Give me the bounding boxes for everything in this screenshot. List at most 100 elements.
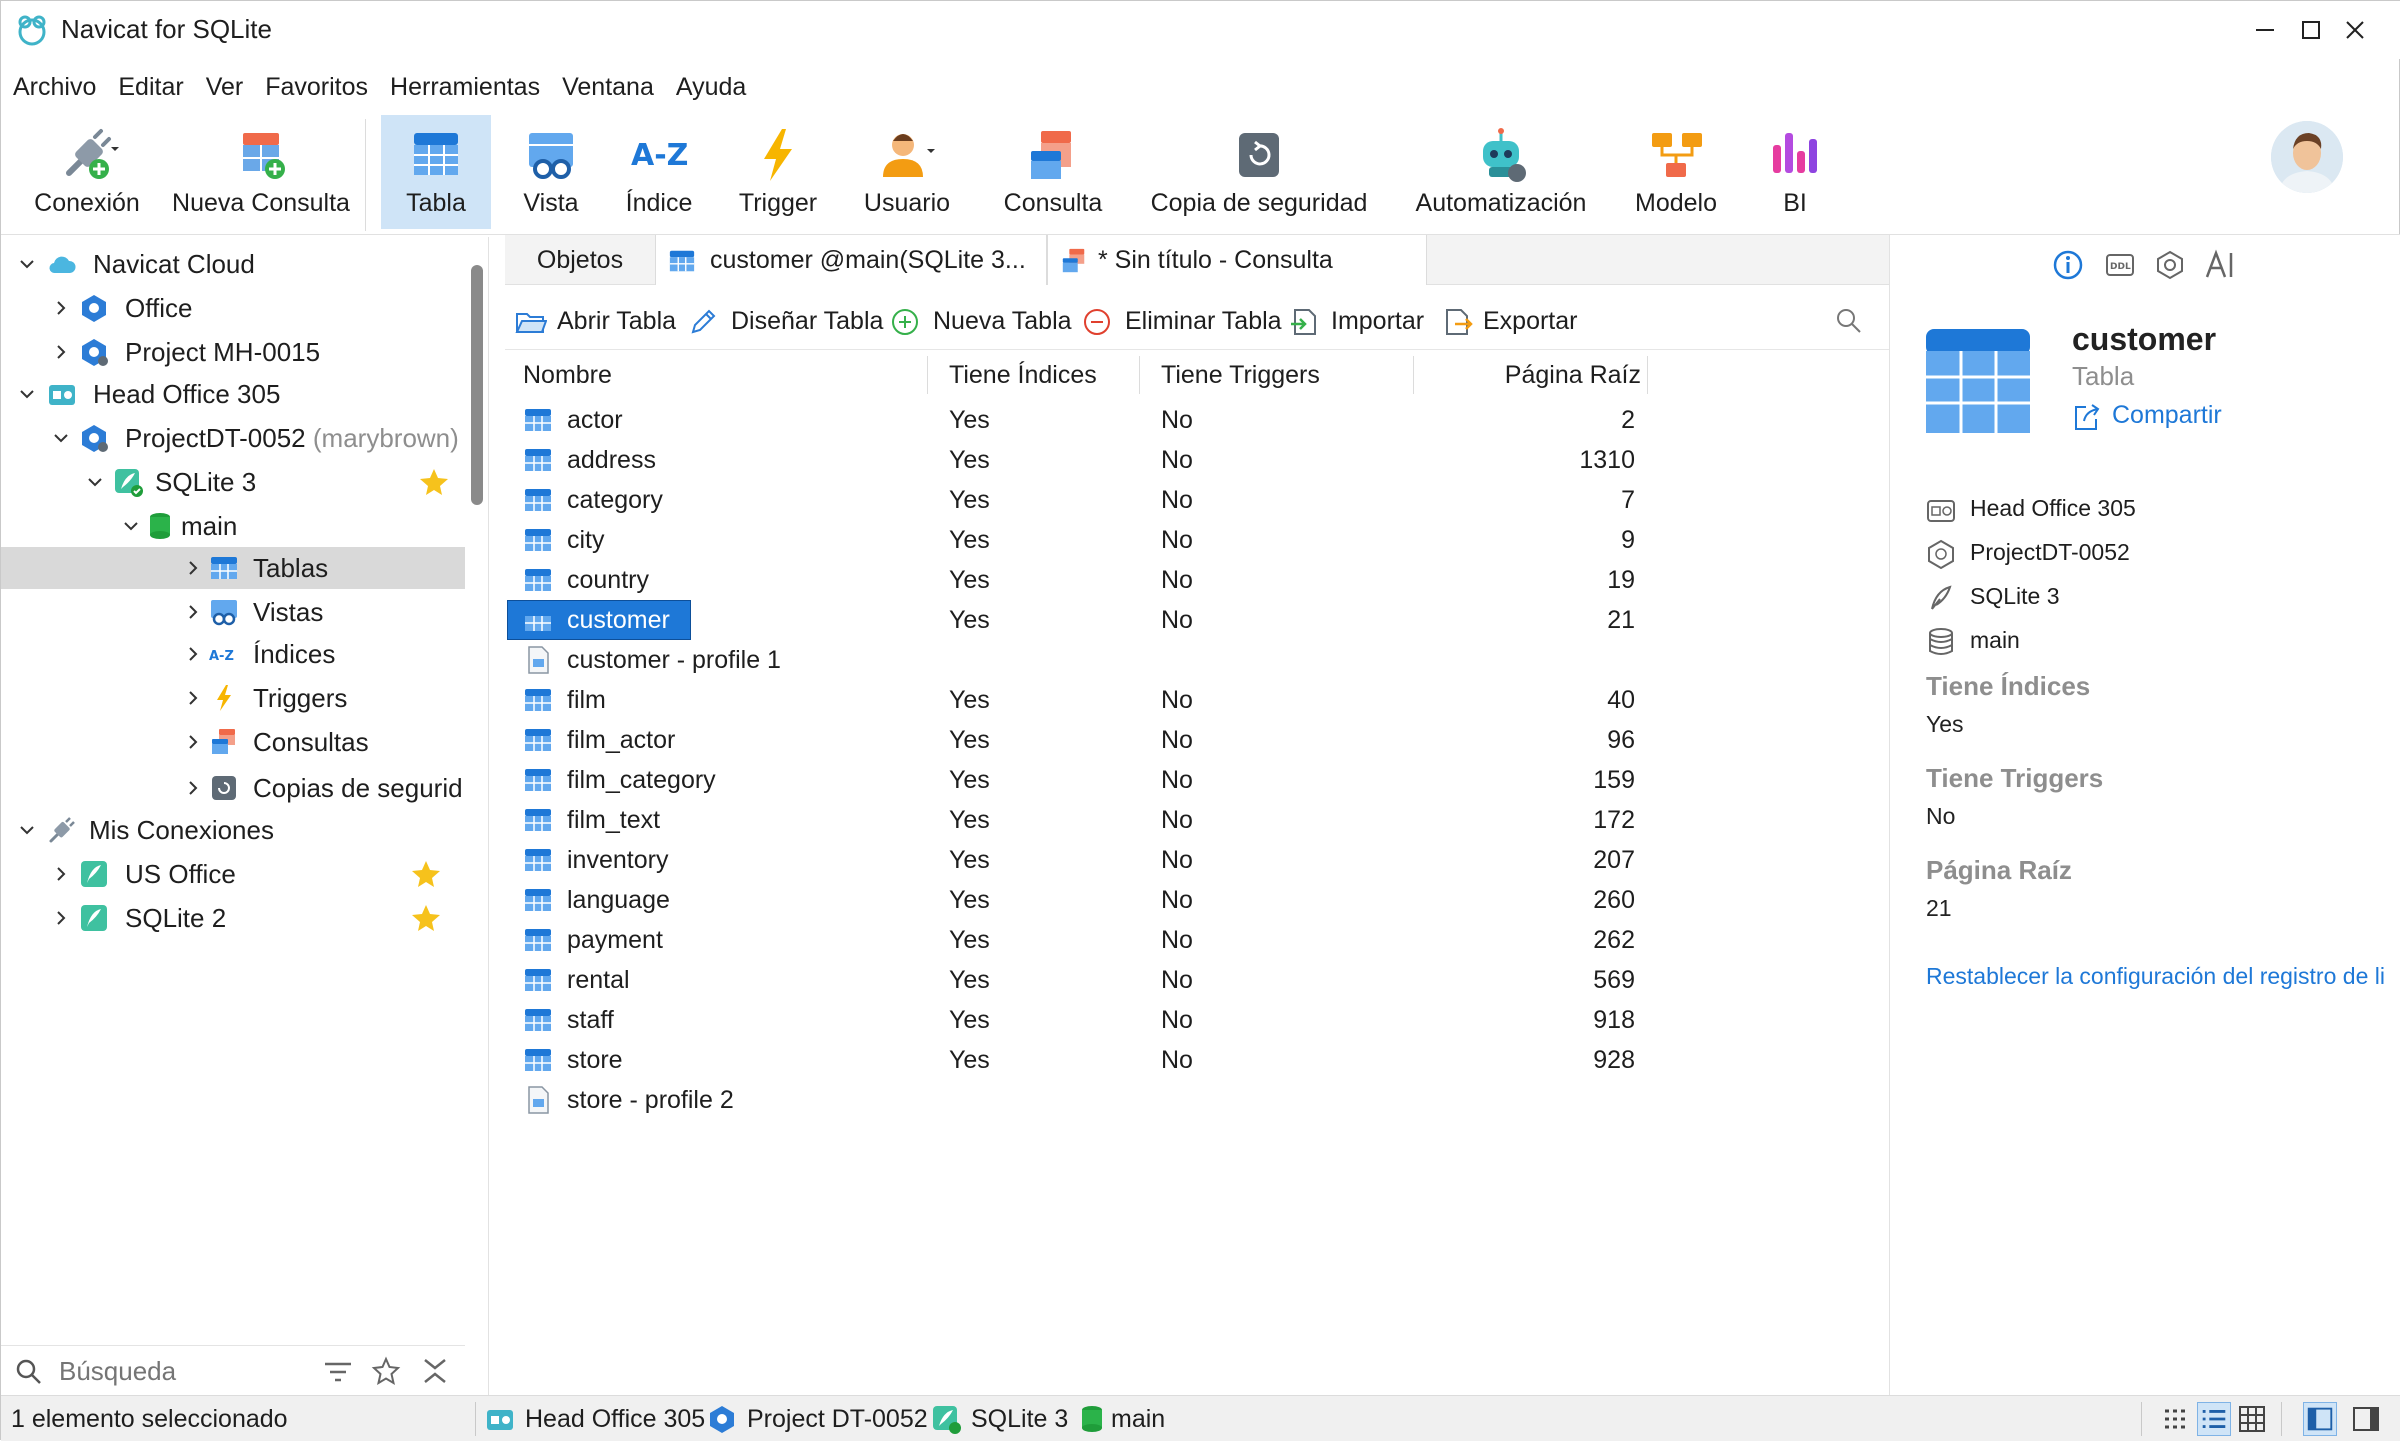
table-row[interactable]: actor Yes No 2 [505, 400, 1889, 440]
menu-editar[interactable]: Editar [118, 65, 183, 109]
column-tiene-indices[interactable]: Tiene Índices [949, 350, 1097, 400]
column-nombre[interactable]: Nombre [523, 350, 612, 400]
menu-ventana[interactable]: Ventana [562, 65, 654, 109]
table-row[interactable]: film_actor Yes No 96 [505, 720, 1889, 760]
chevron-down-icon[interactable] [83, 461, 107, 503]
table-row[interactable]: category Yes No 7 [505, 480, 1889, 520]
tree-mis-conexiones[interactable]: Mis Conexiones [1, 809, 465, 851]
column-pagina-raiz[interactable]: Página Raíz [1415, 350, 1641, 400]
menu-ver[interactable]: Ver [206, 65, 244, 109]
chevron-right-icon[interactable] [181, 677, 205, 719]
vista-button[interactable]: Vista [501, 115, 601, 229]
collapse-all-icon[interactable] [421, 1356, 449, 1386]
star-favorite-icon[interactable] [411, 859, 441, 889]
star-favorite-icon[interactable] [411, 903, 441, 933]
reset-log-settings-link[interactable]: Restablecer la configuración del registr… [1926, 963, 2385, 990]
tree-vistas[interactable]: Vistas [1, 591, 465, 633]
column-divider[interactable] [1647, 356, 1648, 394]
star-outline-icon[interactable] [371, 1356, 401, 1386]
search-icon[interactable] [1835, 307, 1863, 335]
nueva-tabla-button[interactable]: Nueva Tabla [889, 293, 1072, 349]
ai-assistant-icon[interactable] [2204, 249, 2238, 281]
table-row[interactable]: country Yes No 19 [505, 560, 1889, 600]
list-view-icon[interactable] [2197, 1402, 2231, 1436]
tree-indices[interactable]: A-Z Índices [1, 633, 465, 675]
menu-favoritos[interactable]: Favoritos [265, 65, 368, 109]
chevron-right-icon[interactable] [49, 287, 73, 329]
tab-sin-titulo-consulta[interactable]: * Sin título - Consulta [1047, 235, 1427, 285]
tree-project-mh-0015[interactable]: Project MH-0015 [1, 331, 465, 373]
table-row[interactable]: rental Yes No 569 [505, 960, 1889, 1000]
disenar-tabla-button[interactable]: Diseñar Tabla [687, 293, 883, 349]
tabla-button[interactable]: Tabla [381, 115, 491, 229]
tree-main-database[interactable]: main [1, 505, 465, 547]
conexion-button[interactable]: Conexión [15, 115, 159, 229]
star-favorite-icon[interactable] [419, 467, 449, 497]
chevron-down-icon[interactable] [15, 809, 39, 851]
tab-customer-table[interactable]: customer @main(SQLite 3... [655, 235, 1047, 285]
tree-office[interactable]: Office [1, 287, 465, 329]
table-row[interactable]: city Yes No 9 [505, 520, 1889, 560]
tree-head-office-305[interactable]: Head Office 305 [1, 373, 465, 415]
tree-consultas[interactable]: Consultas [1, 721, 465, 763]
grid-view-icon[interactable] [2159, 1402, 2193, 1436]
tree-projectdt-0052[interactable]: ProjectDT-0052 (marybrown) [1, 417, 465, 459]
automatizacion-button[interactable]: Automatización [1403, 115, 1599, 229]
ddl-icon[interactable]: DDL [2104, 249, 2136, 281]
table-row[interactable]: payment Yes No 262 [505, 920, 1889, 960]
chevron-right-icon[interactable] [49, 897, 73, 939]
table-row[interactable]: staff Yes No 918 [505, 1000, 1889, 1040]
tree-tablas[interactable]: Tablas [1, 547, 465, 589]
user-avatar[interactable] [2271, 121, 2343, 193]
eliminar-tabla-button[interactable]: Eliminar Tabla [1081, 293, 1282, 349]
modelo-button[interactable]: Modelo [1617, 115, 1735, 229]
column-tiene-triggers[interactable]: Tiene Triggers [1161, 350, 1320, 400]
table-row[interactable]: language Yes No 260 [505, 880, 1889, 920]
tree-scrollbar-thumb[interactable] [471, 265, 483, 505]
importar-button[interactable]: Importar [1289, 293, 1429, 349]
nueva-consulta-button[interactable]: Nueva Consulta [163, 115, 359, 229]
usuario-button[interactable]: Usuario [847, 115, 967, 229]
chevron-down-icon[interactable] [15, 243, 39, 285]
close-button[interactable] [2309, 1, 2400, 59]
tree-triggers[interactable]: Triggers [1, 677, 465, 719]
chevron-right-icon[interactable] [181, 767, 205, 809]
trigger-button[interactable]: Trigger [721, 115, 835, 229]
table-row[interactable]: address Yes No 1310 [505, 440, 1889, 480]
table-row[interactable]: store Yes No 928 [505, 1040, 1889, 1080]
filter-icon[interactable] [323, 1358, 353, 1386]
abrir-tabla-button[interactable]: Abrir Tabla [515, 293, 685, 349]
column-divider[interactable] [927, 356, 928, 394]
column-divider[interactable] [1139, 356, 1140, 394]
exportar-button[interactable]: Exportar [1441, 293, 1581, 349]
table-row[interactable]: customer - profile 1 [505, 640, 1889, 680]
table-row[interactable]: store - profile 2 [505, 1080, 1889, 1120]
indice-button[interactable]: A-Z Índice [609, 115, 709, 229]
tab-objetos[interactable]: Objetos [505, 235, 655, 285]
table-row[interactable]: film_category Yes No 159 [505, 760, 1889, 800]
toggle-left-pane-icon[interactable] [2303, 1402, 2337, 1436]
bi-button[interactable]: BI [1745, 115, 1845, 229]
chevron-right-icon[interactable] [49, 331, 73, 373]
table-row[interactable]: inventory Yes No 207 [505, 840, 1889, 880]
menu-archivo[interactable]: Archivo [13, 65, 96, 109]
tree-sqlite-3[interactable]: SQLite 3 [1, 461, 465, 503]
chevron-right-icon[interactable] [181, 721, 205, 763]
hexagon-settings-icon[interactable] [2154, 249, 2186, 281]
consulta-button[interactable]: Consulta [981, 115, 1125, 229]
copia-seguridad-button[interactable]: Copia de seguridad [1141, 115, 1377, 229]
tree-copias-seguridad[interactable]: Copias de segurid [1, 767, 465, 809]
menu-herramientas[interactable]: Herramientas [390, 65, 540, 109]
tree-navicat-cloud[interactable]: Navicat Cloud [1, 243, 465, 285]
chevron-right-icon[interactable] [181, 547, 205, 589]
table-row[interactable]: film_text Yes No 172 [505, 800, 1889, 840]
info-icon[interactable] [2052, 249, 2084, 281]
chevron-down-icon[interactable] [15, 373, 39, 415]
tree-us-office[interactable]: US Office [1, 853, 465, 895]
table-row[interactable]: customer Yes No 21 [505, 600, 1889, 640]
chevron-down-icon[interactable] [119, 505, 143, 547]
search-input[interactable] [59, 1354, 299, 1388]
toggle-right-pane-icon[interactable] [2349, 1402, 2383, 1436]
chevron-right-icon[interactable] [49, 853, 73, 895]
detail-view-icon[interactable] [2235, 1402, 2269, 1436]
